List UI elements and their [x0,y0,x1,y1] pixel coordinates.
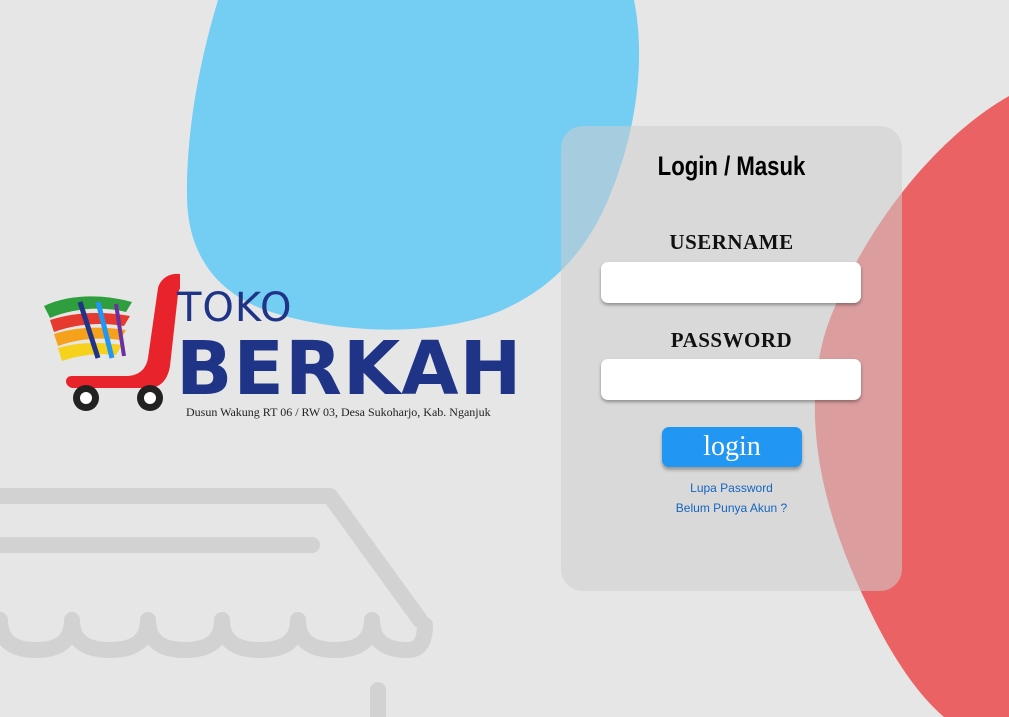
login-button[interactable]: login [662,427,802,467]
password-input[interactable] [601,359,861,400]
store-address: Dusun Wakung RT 06 / RW 03, Desa Sukohar… [186,405,491,419]
logo-text-toko: TOKO [177,285,293,331]
register-link[interactable]: Belum Punya Akun ? [561,501,902,515]
forgot-password-link[interactable]: Lupa Password [561,481,902,495]
username-label: USERNAME [669,230,794,254]
password-label: PASSWORD [670,328,793,352]
store-logo: TOKO BERKAH Dusun Wakung RT 06 / RW 03, … [40,266,523,426]
login-title: Login / Masuk [657,151,806,181]
shopping-cart-icon [44,273,180,411]
login-panel: Login / Masuk USERNAME PASSWORD login Lu… [561,126,902,591]
username-input[interactable] [601,262,861,303]
logo-text-berkah: BERKAH [176,326,523,412]
awning-watermark-icon [0,488,433,717]
